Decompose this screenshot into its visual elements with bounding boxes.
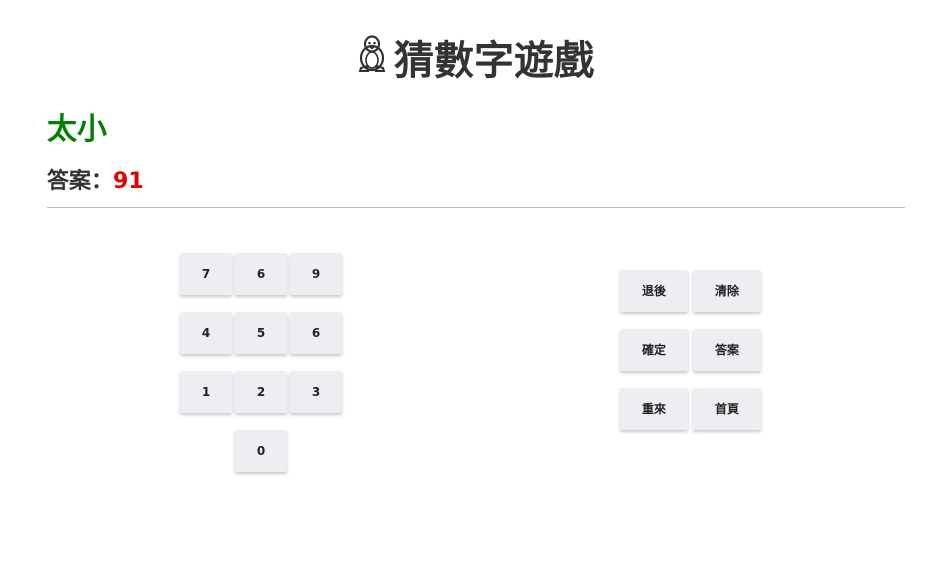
page-title: 猜數字遊戲 xyxy=(0,30,950,94)
clear-button[interactable]: 清除 xyxy=(693,270,761,312)
confirm-button[interactable]: 確定 xyxy=(620,329,688,371)
key-button[interactable]: 9 xyxy=(290,253,342,295)
status-message: 太小 xyxy=(47,110,107,150)
penguin-icon xyxy=(356,29,388,91)
key-button[interactable]: 3 xyxy=(290,371,342,413)
divider xyxy=(47,207,905,208)
key-button[interactable]: 6 xyxy=(290,312,342,354)
key-button[interactable]: 7 xyxy=(180,253,232,295)
key-button[interactable]: 5 xyxy=(235,312,287,354)
title-text: 猜數字遊戲 xyxy=(394,38,594,84)
key-button[interactable]: 1 xyxy=(180,371,232,413)
backspace-button[interactable]: 退後 xyxy=(620,270,688,312)
answer-label: 答案： xyxy=(47,169,114,194)
key-button[interactable]: 2 xyxy=(235,371,287,413)
show-answer-button[interactable]: 答案 xyxy=(693,329,761,371)
home-button[interactable]: 首頁 xyxy=(693,388,761,430)
answer-line: 答案：91 xyxy=(47,166,144,198)
key-button[interactable]: 4 xyxy=(180,312,232,354)
restart-button[interactable]: 重來 xyxy=(620,388,688,430)
answer-value: 91 xyxy=(113,169,144,194)
key-button[interactable]: 0 xyxy=(235,430,287,472)
status-text: 太小 xyxy=(47,112,107,147)
key-button[interactable]: 6 xyxy=(235,253,287,295)
